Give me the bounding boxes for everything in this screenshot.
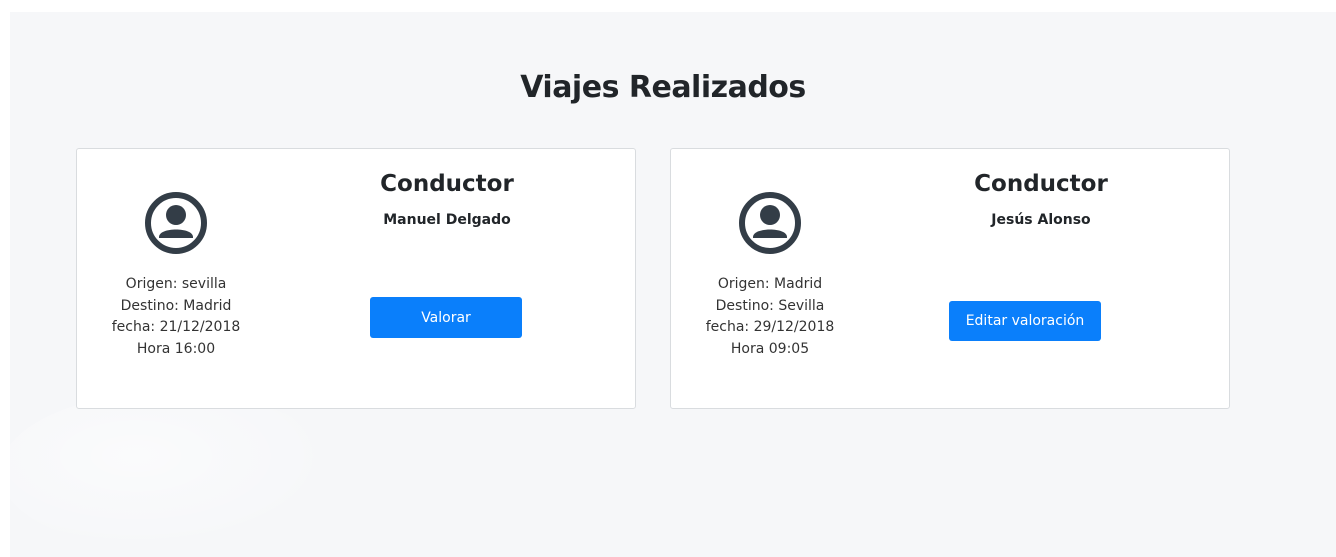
driver-name: Jesús Alonso	[991, 212, 1091, 228]
page-background: Viajes Realizados Origen: sevilla Destin…	[0, 12, 1336, 557]
rate-button[interactable]: Valorar	[370, 297, 522, 338]
background-decoration	[0, 392, 340, 552]
edit-rating-button[interactable]: Editar valoración	[949, 301, 1101, 341]
trip-details: Origen: Madrid Destino: Sevilla fecha: 2…	[671, 274, 869, 360]
driver-name: Manuel Delgado	[383, 212, 511, 228]
user-circle-icon	[738, 191, 802, 255]
trip-origin: Origen: sevilla	[125, 276, 227, 292]
trip-time: Hora 16:00	[136, 340, 216, 357]
trip-card: Origen: Madrid Destino: Sevilla fecha: 2…	[670, 148, 1230, 409]
trip-card: Origen: sevilla Destino: Madrid fecha: 2…	[76, 148, 636, 409]
trip-date: fecha: 29/12/2018	[705, 319, 835, 335]
trip-time: Hora 09:05	[730, 340, 810, 357]
trip-date: fecha: 21/12/2018	[111, 319, 241, 335]
driver-role-heading: Conductor	[974, 171, 1108, 197]
user-circle-icon	[144, 191, 208, 255]
trip-destination: Destino: Sevilla	[715, 297, 825, 314]
trip-origin: Origen: Madrid	[717, 276, 823, 292]
driver-role-heading: Conductor	[380, 171, 514, 197]
page-title: Viajes Realizados	[520, 70, 806, 105]
trip-details: Origen: sevilla Destino: Madrid fecha: 2…	[77, 274, 275, 360]
trip-destination: Destino: Madrid	[120, 297, 232, 314]
